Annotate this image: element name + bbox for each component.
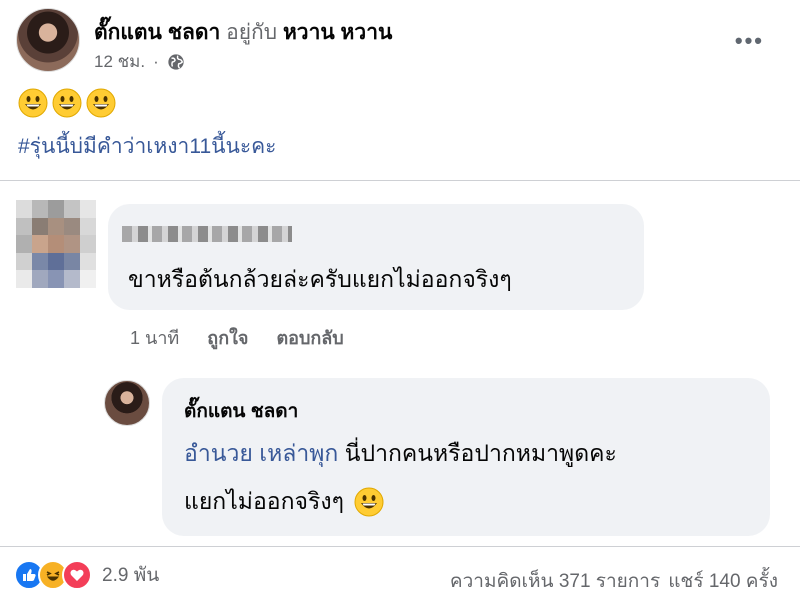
commenter-avatar-pixelated[interactable]	[16, 200, 96, 288]
comment-actions: 1 นาที ถูกใจ ตอบกลับ	[130, 323, 344, 352]
post-divider	[0, 180, 800, 181]
post-meta: 12 ชม. ·	[94, 48, 185, 75]
tagged-name[interactable]: หวาน หวาน	[283, 21, 392, 44]
post-time[interactable]: 12 ชม.	[94, 48, 145, 75]
reply-author-name[interactable]: ตั๊กแตน ชลดา	[184, 396, 298, 426]
grinning-face-icon	[86, 88, 116, 118]
reaction-count: 2.9 พัน	[102, 565, 160, 586]
grinning-face-icon	[52, 88, 82, 118]
reply-mention[interactable]: อำนวย เหล่าพุก	[184, 440, 338, 466]
share-count-link[interactable]: แชร์ 140 ครั้ง	[668, 566, 778, 596]
globe-icon[interactable]	[167, 53, 185, 71]
author-name[interactable]: ตั๊กแตน ชลดา	[94, 21, 220, 44]
commenter-name-blurred[interactable]	[122, 226, 292, 242]
reply-line-2: แยกไม่ออกจริงๆ	[184, 484, 384, 520]
footer-divider	[0, 546, 800, 547]
reply-bubble: ตั๊กแตน ชลดา อำนวย เหล่าพุก นี่ปากคนหรือ…	[162, 378, 770, 536]
comment-text: ขาหรือต้นกล้วยล่ะครับแยกไม่ออกจริงๆ	[128, 266, 512, 292]
post-hashtag[interactable]: #รุ่นนี้บ่มีคำว่าเหงา11นี้นะคะ	[18, 130, 778, 163]
more-options-icon[interactable]: •••	[735, 28, 764, 54]
post-header: ตั๊กแตน ชลดา อยู่กับ หวาน หวาน 12 ชม. · …	[12, 8, 788, 78]
meta-separator: ·	[153, 51, 159, 71]
comment-time[interactable]: 1 นาที	[130, 323, 179, 352]
reply-line-1: อำนวย เหล่าพุก นี่ปากคนหรือปากหมาพูดคะ	[184, 436, 617, 472]
comment-bubble: ขาหรือต้นกล้วยล่ะครับแยกไม่ออกจริงๆ	[108, 204, 644, 310]
post-author-line: ตั๊กแตน ชลดา อยู่กับ หวาน หวาน	[94, 16, 392, 49]
emoji-row	[18, 88, 778, 118]
grinning-face-icon	[354, 487, 384, 517]
reply-button[interactable]: ตอบกลับ	[276, 323, 343, 352]
grinning-face-icon	[18, 88, 48, 118]
post-stats: ความคิดเห็น 371 รายการ แชร์ 140 ครั้ง	[450, 566, 778, 596]
post-body: #รุ่นนี้บ่มีคำว่าเหงา11นี้นะคะ	[18, 88, 778, 163]
reply-author-avatar[interactable]	[104, 380, 150, 426]
reactions-summary[interactable]: 2.9 พัน	[14, 560, 159, 590]
like-button[interactable]: ถูกใจ	[207, 323, 248, 352]
reply-text-2: แยกไม่ออกจริงๆ	[184, 488, 344, 514]
reply-text-1: นี่ปากคนหรือปากหมาพูดคะ	[344, 440, 617, 466]
with-text: อยู่กับ	[226, 21, 278, 44]
comment-count-link[interactable]: ความคิดเห็น 371 รายการ	[450, 566, 660, 596]
author-avatar[interactable]	[16, 8, 80, 72]
love-reaction-icon	[62, 560, 92, 590]
